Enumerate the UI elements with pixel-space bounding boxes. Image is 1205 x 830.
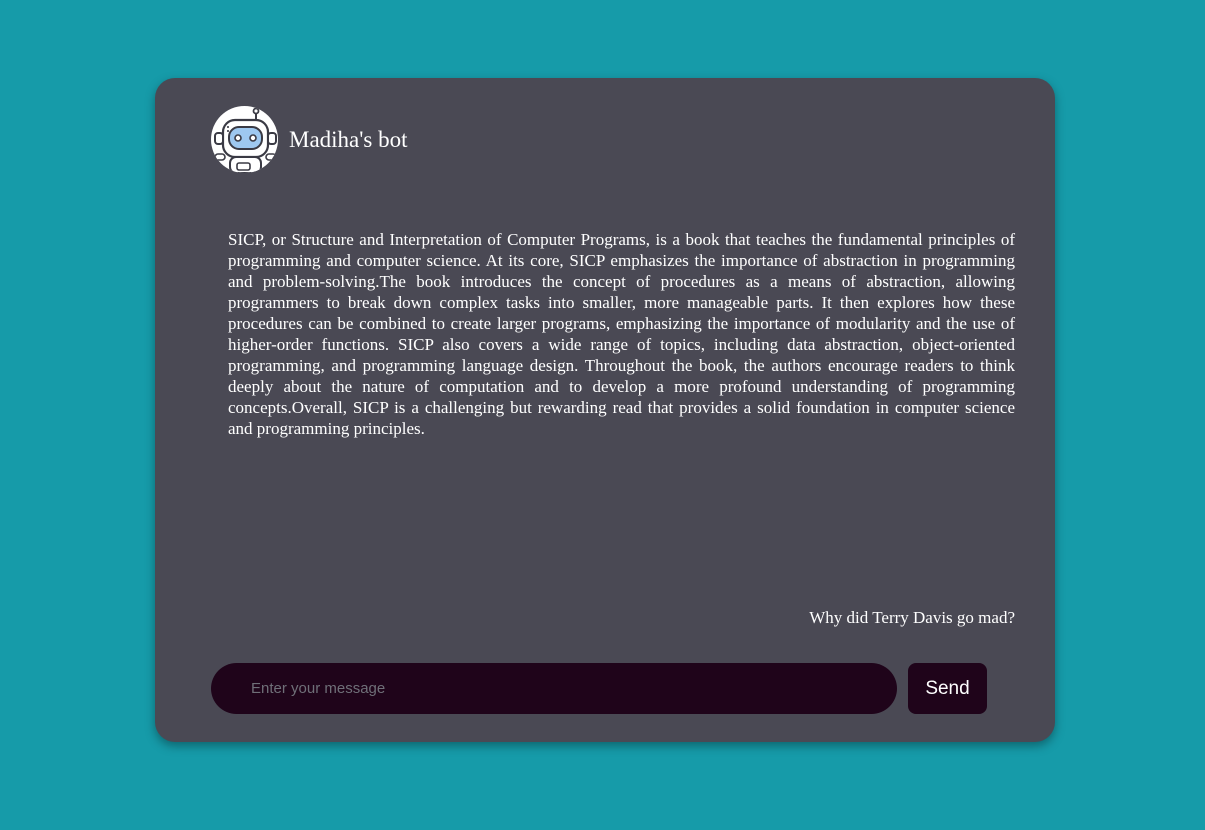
chat-header: Madiha's bot bbox=[211, 106, 408, 173]
bot-name: Madiha's bot bbox=[289, 126, 408, 152]
bot-avatar bbox=[211, 106, 278, 173]
user-message: Why did Terry Davis go mad? bbox=[809, 608, 1015, 627]
send-button[interactable]: Send bbox=[908, 663, 987, 714]
bot-message: SICP, or Structure and Interpretation of… bbox=[228, 230, 1015, 438]
chat-window: Madiha's bot SICP, or Structure and Inte… bbox=[155, 78, 1055, 742]
robot-icon bbox=[214, 107, 277, 173]
message-input[interactable] bbox=[211, 663, 897, 714]
